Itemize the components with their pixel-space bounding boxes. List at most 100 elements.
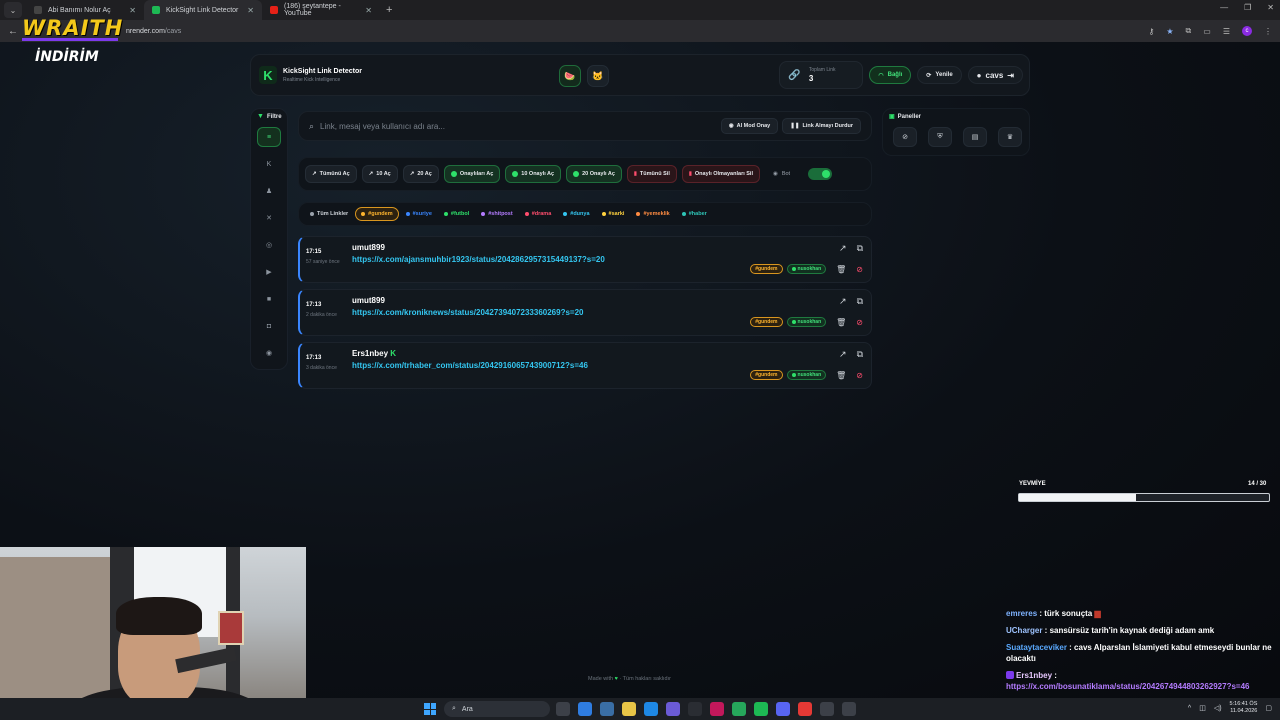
filter-camera-button[interactable]: ◘ <box>257 316 281 336</box>
open-10-approved-button[interactable]: 10 Onaylı Aç <box>505 165 562 183</box>
open-external-icon[interactable]: ↗ <box>839 296 847 307</box>
filter-globe-button[interactable]: ◉ <box>257 343 281 363</box>
ban-panel-button[interactable]: ⊘ <box>893 127 917 147</box>
chrome-icon[interactable] <box>798 702 812 716</box>
copy-icon[interactable]: ⧉ <box>857 296 863 307</box>
maximize-icon[interactable]: ❐ <box>1244 3 1251 12</box>
notifications-icon[interactable]: ▢ <box>1265 704 1272 712</box>
app-icon[interactable] <box>688 702 702 716</box>
stop-links-button[interactable]: ❚❚ Link Almayı Durdur <box>782 118 861 134</box>
delete-unapproved-button[interactable]: ▮ Onaylı Olmayanları Sil <box>681 165 760 183</box>
tag-filter-8[interactable]: #yemeklik <box>631 207 674 221</box>
tab-list-button[interactable]: ⌄ <box>4 2 22 18</box>
browser-tab-bar: ⌄ Abi Banımı Nolur Aç ✕ KickSight Link D… <box>0 0 1280 20</box>
filter-users-button[interactable]: ♟ <box>257 181 281 201</box>
tag-filter-1[interactable]: #gundem <box>355 207 399 221</box>
clock[interactable]: 5:16:41 ÖS 11.04.2026 <box>1230 701 1258 715</box>
open-external-icon[interactable]: ↗ <box>839 349 847 360</box>
tag-filter-6[interactable]: #dunya <box>558 207 594 221</box>
sidebar-icon[interactable]: ☰ <box>1223 27 1230 36</box>
app-icon[interactable] <box>732 702 746 716</box>
app-icon[interactable] <box>666 702 680 716</box>
tag-filter-9[interactable]: #haber <box>677 207 712 221</box>
delete-all-button[interactable]: ▮ Tümünü Sil <box>626 165 677 183</box>
search-input[interactable]: Link, mesaj veya kullanıcı adı ara... <box>320 122 445 131</box>
filter-instagram-button[interactable]: ◎ <box>257 235 281 255</box>
link-url[interactable]: https://x.com/ajansmuhbir1923/status/204… <box>352 255 605 264</box>
logout-icon[interactable]: ⇥ <box>1007 71 1014 80</box>
app-icon[interactable] <box>710 702 724 716</box>
app-icon[interactable] <box>820 702 834 716</box>
tag-filter-2[interactable]: #suriye <box>401 207 437 221</box>
new-tab-button[interactable]: + <box>380 4 398 16</box>
link-url[interactable]: https://x.com/kroniknews/status/20427394… <box>352 308 583 317</box>
trash-icon[interactable]: 🗑 <box>836 371 846 380</box>
address-bar[interactable]: nrender.com/cavs <box>26 23 1141 39</box>
close-window-icon[interactable]: ✕ <box>1267 3 1274 12</box>
tag-label: #haber <box>688 211 707 217</box>
trash-icon[interactable]: 🗑 <box>836 265 846 274</box>
tag-filter-3[interactable]: #futbol <box>439 207 474 221</box>
close-tab-icon[interactable]: ✕ <box>129 6 136 15</box>
split-view-icon[interactable]: ▭ <box>1203 27 1211 36</box>
tray-chevron-icon[interactable]: ^ <box>1188 705 1191 712</box>
shield-panel-button[interactable]: ⛨ <box>928 127 952 147</box>
tag-filter-0[interactable]: Tüm Linkler <box>305 207 353 221</box>
ban-icon[interactable]: ⊘ <box>856 265 863 274</box>
filter-kick-button[interactable]: K <box>257 154 281 174</box>
discord-icon[interactable] <box>776 702 790 716</box>
webcam-person-hair <box>116 597 202 635</box>
windows-start-icon[interactable] <box>424 703 436 715</box>
open-20-approved-button[interactable]: 20 Onaylı Aç <box>566 165 622 183</box>
task-view-icon[interactable] <box>556 702 570 716</box>
close-tab-icon[interactable]: ✕ <box>247 6 254 15</box>
cat-icon[interactable]: 🐱 <box>587 65 609 87</box>
app-icon[interactable] <box>842 702 856 716</box>
open-10-button[interactable]: ↗ 10 Aç <box>361 165 398 183</box>
key-icon[interactable]: ⚷ <box>1149 27 1155 36</box>
spotify-icon[interactable] <box>754 702 768 716</box>
filter-video-button[interactable]: ■ <box>257 289 281 309</box>
trash-icon[interactable]: 🗑 <box>836 318 846 327</box>
copy-icon[interactable]: ⧉ <box>857 243 863 254</box>
close-tab-icon[interactable]: ✕ <box>365 6 372 15</box>
menu-icon[interactable]: ⋮ <box>1264 27 1272 36</box>
bookmark-star-icon[interactable]: ★ <box>1166 27 1173 36</box>
taskbar-search[interactable]: ⌕ Ara <box>444 701 550 717</box>
browser-tab-active[interactable]: KickSight Link Detector ✕ <box>144 0 262 20</box>
profile-avatar[interactable]: c <box>1242 26 1252 36</box>
filter-list-button[interactable]: ≡ <box>257 127 281 147</box>
filter-x-button[interactable]: ✕ <box>257 208 281 228</box>
archive-panel-button[interactable]: ▤ <box>963 127 987 147</box>
minimize-icon[interactable]: — <box>1220 3 1228 12</box>
tag-filter-5[interactable]: #drama <box>520 207 557 221</box>
avatar-sticker-icon[interactable]: 🍉 <box>559 65 581 87</box>
trophy-panel-button[interactable]: ♛ <box>998 127 1022 147</box>
widgets-icon[interactable] <box>578 702 592 716</box>
tag-filter-7[interactable]: #sarki <box>597 207 630 221</box>
user-button[interactable]: ● cavs ⇥ <box>967 66 1023 84</box>
ban-icon[interactable]: ⊘ <box>856 371 863 380</box>
bot-toggle[interactable] <box>808 168 833 180</box>
edge-icon[interactable] <box>644 702 658 716</box>
copy-icon[interactable]: ⧉ <box>857 349 863 360</box>
filter-youtube-button[interactable]: ▶ <box>257 262 281 282</box>
volume-icon[interactable]: ◁) <box>1214 704 1222 712</box>
network-icon[interactable]: ◫ <box>1199 704 1206 712</box>
open-all-button[interactable]: ↗ Tümünü Aç <box>305 165 357 183</box>
connected-button[interactable]: ◠ Bağlı <box>869 66 912 84</box>
refresh-button[interactable]: ⟳ Yenile <box>917 66 962 84</box>
app-icon[interactable] <box>600 702 614 716</box>
link-url[interactable]: https://x.com/trhaber_com/status/2042916… <box>352 361 588 370</box>
file-explorer-icon[interactable] <box>622 702 636 716</box>
browser-tab[interactable]: (186) şeytantepe - YouTube ✕ <box>262 0 380 20</box>
open-approved-button[interactable]: Onaylıları Aç <box>443 165 501 183</box>
open-20-button[interactable]: ↗ 20 Aç <box>402 165 439 183</box>
extensions-icon[interactable]: ⧉ <box>1186 26 1192 36</box>
ai-mod-approve-button[interactable]: ◉ AI Mod Onay <box>720 118 779 134</box>
open-external-icon[interactable]: ↗ <box>839 243 847 254</box>
ban-icon[interactable]: ⊘ <box>856 318 863 327</box>
back-icon[interactable]: ← <box>8 26 18 37</box>
tag-filter-4[interactable]: #shitpost <box>476 207 517 221</box>
panel-icon: ▣ <box>889 114 895 120</box>
